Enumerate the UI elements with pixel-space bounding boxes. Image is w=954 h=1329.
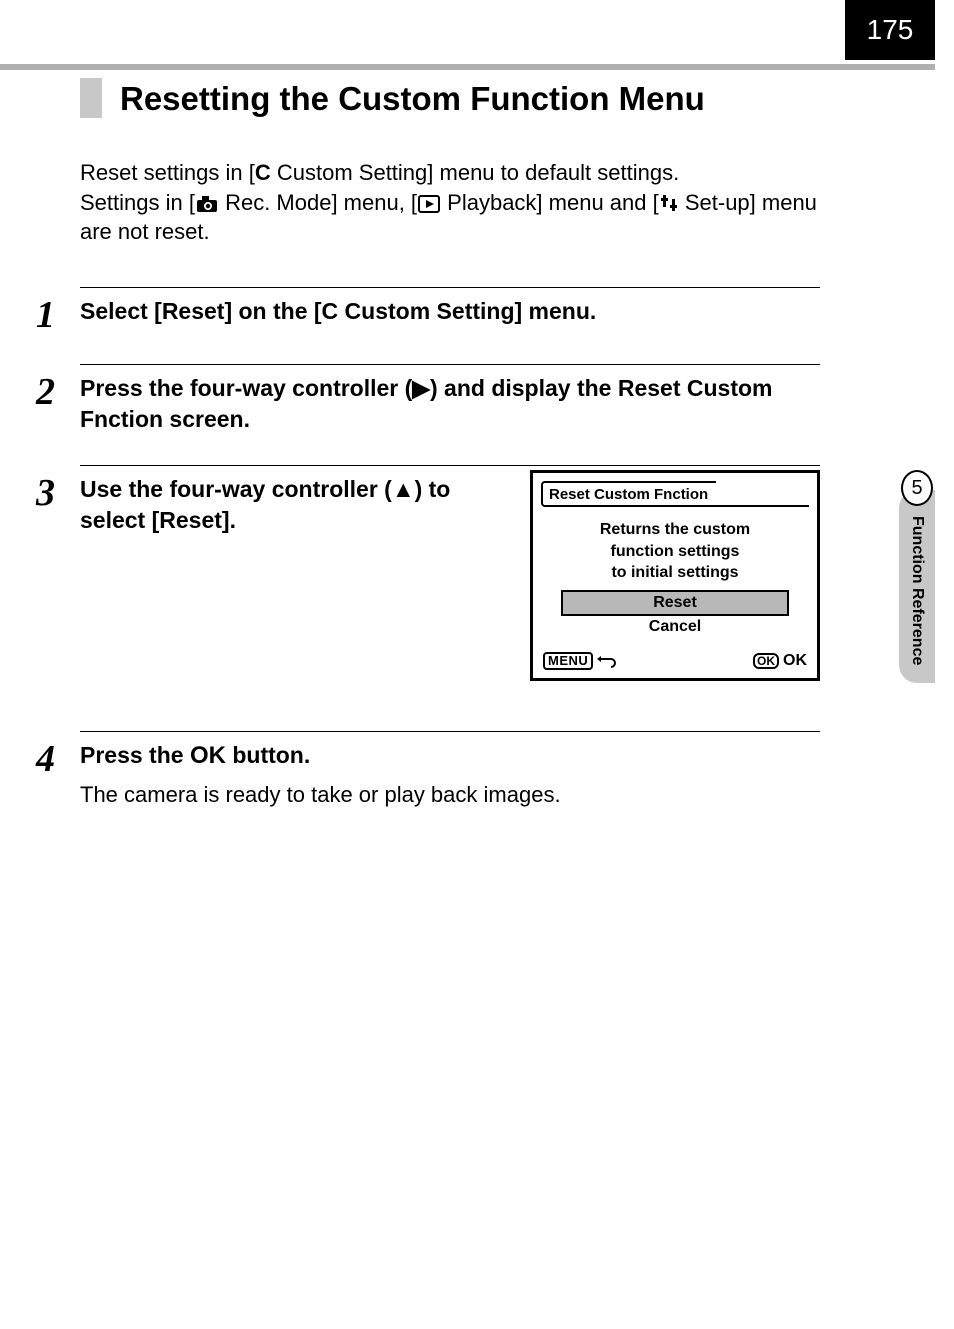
- footer-menu: MENU: [543, 652, 617, 670]
- intro2-p1: Settings in [: [80, 190, 195, 215]
- custom-setting-c-symbol: C: [255, 160, 271, 185]
- playback-icon: [418, 195, 440, 213]
- step-3-number: 3: [36, 474, 80, 512]
- page-number: 175: [845, 0, 935, 60]
- step-3-title: Use the four-way controller (▲) to selec…: [80, 474, 510, 536]
- step4-post: button.: [226, 742, 310, 768]
- side-tab: 5 Function Reference: [899, 470, 935, 683]
- step-1-number: 1: [36, 296, 80, 334]
- top-rule: [0, 64, 935, 70]
- step-2-number: 2: [36, 373, 80, 411]
- intro2-p2: Rec. Mode] menu, [: [219, 190, 417, 215]
- chapter-title: Function Reference: [908, 516, 926, 665]
- chapter-number-bubble: 5: [901, 470, 933, 506]
- step-4: 4 Press the OK button. The camera is rea…: [80, 731, 820, 808]
- custom-c-symbol: C: [322, 298, 339, 324]
- screen-msg-l1: Returns the custom: [600, 521, 750, 538]
- step-4-sub: The camera is ready to take or play back…: [80, 782, 820, 808]
- ok-badge: OK: [753, 653, 779, 669]
- step-1: 1 Select [Reset] on the [C Custom Settin…: [80, 287, 820, 334]
- heading-text: Resetting the Custom Function Menu: [120, 78, 705, 118]
- screen-option-reset: Reset: [561, 590, 789, 616]
- screen-title-underline: [716, 481, 809, 507]
- screen-title: Reset Custom Fnction: [541, 481, 716, 507]
- screen-msg-l2: function settings: [611, 543, 740, 560]
- step1-pre: Select [Reset] on the [: [80, 298, 322, 324]
- camera-icon: [196, 195, 218, 213]
- menu-badge: MENU: [543, 652, 593, 670]
- screen-msg-l3: to initial settings: [611, 564, 738, 581]
- ok-button-label: OK: [190, 742, 226, 769]
- intro2-p3: Playback] menu and [: [441, 190, 659, 215]
- step-3: 3 Use the four-way controller (▲) to sel…: [80, 465, 820, 681]
- screen-option-cancel: Cancel: [563, 616, 787, 638]
- back-arrow-icon: [597, 654, 617, 668]
- step4-pre: Press the: [80, 742, 190, 768]
- chapter-tab: Function Reference: [899, 490, 935, 683]
- setup-icon: [660, 193, 678, 213]
- step-1-title: Select [Reset] on the [C Custom Setting]…: [80, 296, 820, 327]
- camera-screen-illustration: Reset Custom Fnction Returns the custom …: [530, 470, 820, 681]
- footer-ok: OK OK: [753, 652, 807, 670]
- section-heading: Resetting the Custom Function Menu: [80, 78, 820, 118]
- heading-accent-bar: [80, 78, 102, 118]
- intro-paragraph: Reset settings in [C Custom Setting] men…: [80, 158, 820, 247]
- intro-post: Custom Setting] menu to default settings…: [271, 160, 679, 185]
- main-content: Resetting the Custom Function Menu Reset…: [80, 78, 820, 838]
- screen-message: Returns the custom function settings to …: [533, 519, 817, 584]
- screen-options: Reset Cancel: [533, 590, 817, 638]
- screen-footer: MENU OK OK: [533, 644, 817, 678]
- step-4-number: 4: [36, 740, 80, 778]
- step-4-title: Press the OK button.: [80, 740, 820, 772]
- step-2: 2 Press the four-way controller (▶) and …: [80, 364, 820, 435]
- step-2-title: Press the four-way controller (▶) and di…: [80, 373, 820, 435]
- ok-text: OK: [783, 652, 807, 670]
- screen-title-tab: Reset Custom Fnction: [541, 481, 809, 507]
- step1-post: Custom Setting] menu.: [338, 298, 596, 324]
- intro-pre: Reset settings in [: [80, 160, 255, 185]
